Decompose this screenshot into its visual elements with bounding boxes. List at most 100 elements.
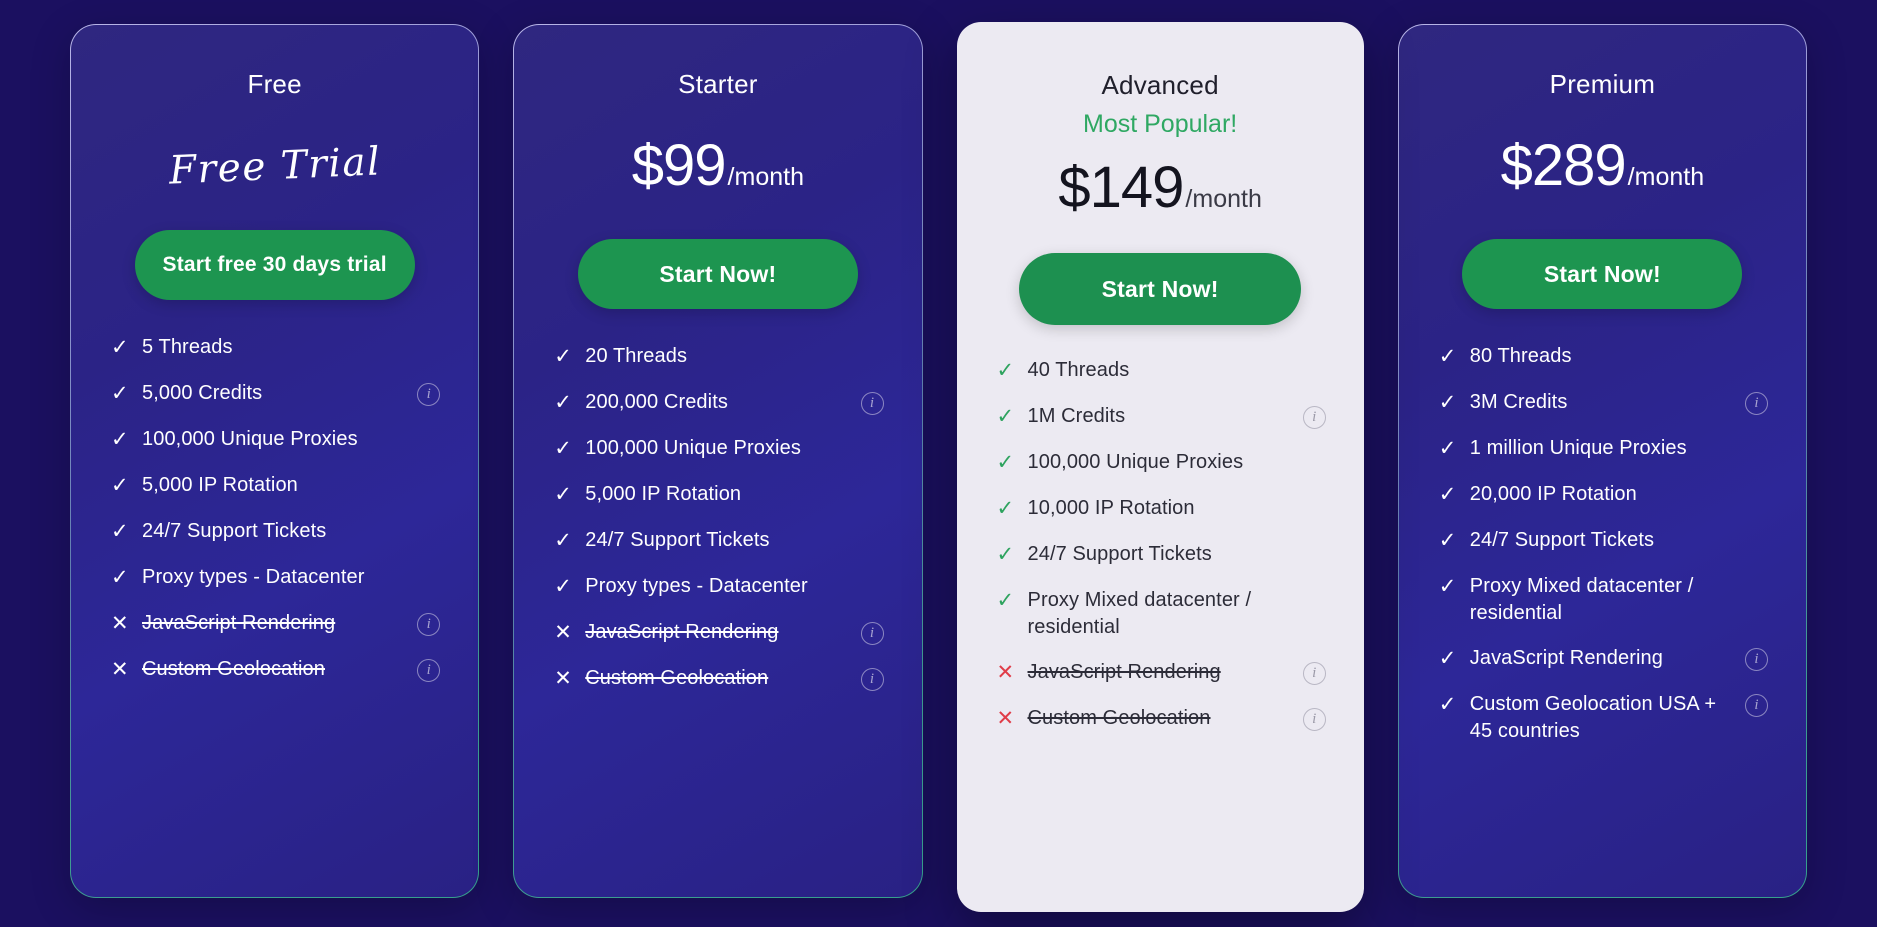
feature-label: 100,000 Unique Proxies [585,437,801,459]
feature-item: ✓ 40 Threads [997,357,1326,385]
cross-icon: ✕ [996,707,1015,730]
info-icon-spacer [1745,573,1768,574]
cta-button-free[interactable]: Start free 30 days trial [134,230,415,300]
feature-item: ✓ 10,000 IP Rotation [997,495,1326,523]
price-amount: $289 [1500,133,1627,198]
info-icon-spacer [417,472,440,473]
feature-item: ✓ 100,000 Unique Proxies [554,435,883,463]
info-icon-spacer [861,573,884,574]
info-icon-spacer [1303,495,1326,496]
info-icon[interactable]: i [1302,662,1326,685]
feature-item: ✓ Proxy types - Datacenter [111,564,440,592]
feature-label: Custom Geolocation [585,667,769,689]
feature-label: Custom Geolocation USA + 45 countries [1469,693,1717,742]
feature-item: ✓ 80 Threads [1439,343,1768,371]
feature-item: ✓ Proxy types - Datacenter [554,573,883,601]
feature-label: 24/7 Support Tickets [142,520,327,542]
cross-icon: ✕ [554,621,572,644]
check-icon: ✓ [1438,391,1457,414]
cta-button-advanced[interactable]: Start Now! [1019,253,1302,325]
pricing-card-premium: Premium $289/month Start Now! ✓ 80 Threads ✓ 3… [1398,24,1807,898]
feature-label: Proxy types - Datacenter [142,566,365,588]
info-icon[interactable]: i [860,668,884,691]
free-trial-script-label: Free Trial [167,139,382,194]
info-icon[interactable]: i [417,383,441,406]
check-icon: ✓ [111,474,129,497]
info-icon-spacer [861,435,884,436]
info-icon-spacer [417,334,440,335]
info-icon[interactable]: i [417,613,441,636]
price-block: $289/month [1501,137,1704,195]
feature-label: Proxy Mixed datacenter / residential [1469,575,1694,624]
price-period: /month [1627,163,1705,191]
feature-label: 100,000 Unique Proxies [1027,451,1244,473]
feature-item: ✓ Proxy Mixed datacenter / residential [1439,573,1768,627]
info-icon[interactable]: i [1302,708,1326,731]
info-icon[interactable]: i [417,659,441,682]
feature-label: 10,000 IP Rotation [1027,497,1195,519]
plan-name: Advanced [1101,70,1219,100]
check-icon: ✓ [554,529,572,552]
plan-name: Free [247,69,302,99]
cross-icon: ✕ [554,667,572,690]
price-block: $149/month [1058,159,1261,217]
cta-button-premium[interactable]: Start Now! [1462,239,1743,309]
pricing-card-advanced: Advanced Most Popular! $149/month Start Now… [956,22,1364,912]
check-icon: ✓ [1438,345,1457,368]
price-period: /month [1185,185,1262,213]
feature-item: ✓ 100,000 Unique Proxies [997,449,1326,477]
feature-label: 20,000 IP Rotation [1469,483,1637,505]
info-icon-spacer [1303,587,1326,588]
info-icon-spacer [417,426,440,427]
feature-list: ✓ 80 Threads ✓ 3M Credits i ✓ 1 million Unique… [1433,343,1772,763]
feature-item: ✓ 24/7 Support Tickets [554,527,883,555]
check-icon: ✓ [996,405,1015,428]
info-icon[interactable]: i [1302,406,1326,429]
feature-item: ✓ 5,000 IP Rotation [554,481,883,509]
plan-name: Starter [678,69,758,99]
check-icon: ✓ [554,437,572,460]
check-icon: ✓ [996,543,1015,566]
feature-item: ✓ 20 Threads [554,343,883,371]
feature-label: 5,000 IP Rotation [585,483,742,505]
info-icon[interactable]: i [860,392,884,415]
info-icon[interactable]: i [1745,648,1768,671]
feature-label: 5,000 IP Rotation [142,474,298,496]
check-icon: ✓ [996,451,1015,474]
info-icon-spacer [861,343,884,344]
most-popular-badge: Most Popular! [1083,110,1238,138]
feature-item: ✓ 3M Credits i [1439,389,1768,417]
info-icon-spacer [861,481,884,482]
plan-name: Premium [1549,69,1656,99]
feature-item: ✓ 20,000 IP Rotation [1439,481,1768,509]
feature-label: 5 Threads [142,336,233,358]
feature-label: 3M Credits [1469,391,1568,413]
feature-label: 1M Credits [1027,405,1126,427]
feature-label: 24/7 Support Tickets [1469,529,1655,551]
feature-item: ✓ 24/7 Support Tickets [111,518,440,546]
feature-label: JavaScript Rendering [142,612,336,634]
info-icon-spacer [1303,357,1326,358]
check-icon: ✓ [1438,483,1457,506]
check-icon: ✓ [111,336,129,359]
check-icon: ✓ [1438,693,1457,716]
feature-label: 200,000 Credits [585,391,728,413]
info-icon-spacer [1303,541,1326,542]
info-icon[interactable]: i [1745,392,1768,415]
info-icon[interactable]: i [1745,694,1768,717]
feature-item: ✕ JavaScript Rendering i [997,659,1326,687]
feature-item: ✓ 5 Threads [111,334,440,362]
pricing-card-free: Free Free Trial Start free 30 days trial ✓ 5… [70,24,479,898]
feature-item: ✓ 100,000 Unique Proxies [111,426,440,454]
pricing-card-starter: Starter $99/month Start Now! ✓ 20 Threads ✓ 20… [513,24,922,898]
info-icon-spacer [861,527,884,528]
cta-button-starter[interactable]: Start Now! [577,239,858,309]
feature-item: ✕ Custom Geolocation i [554,665,884,693]
info-icon[interactable]: i [860,622,884,645]
feature-label: Proxy types - Datacenter [585,575,808,597]
feature-item: ✓ Proxy Mixed datacenter / residential [997,587,1326,641]
feature-item: ✓ 24/7 Support Tickets [1439,527,1768,555]
feature-item: ✓ 5,000 IP Rotation [111,472,440,500]
feature-label: JavaScript Rendering [585,621,779,643]
check-icon: ✓ [996,359,1015,382]
